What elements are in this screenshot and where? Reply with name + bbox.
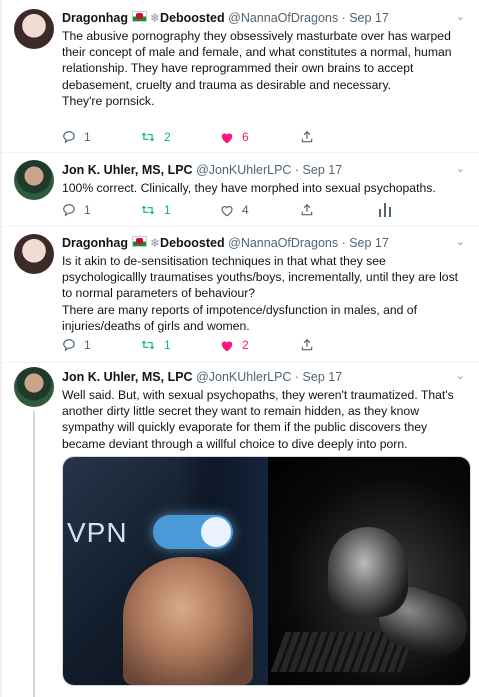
share-button[interactable]: [300, 338, 314, 352]
retweet-icon: [141, 205, 155, 215]
tweet-2[interactable]: Jon K. Uhler, MS, LPC @JonKUhlerLPC · Se…: [0, 153, 479, 227]
share-icon: [301, 338, 313, 351]
tweet-media[interactable]: VPN: [62, 456, 471, 686]
like-button[interactable]: 6: [220, 130, 249, 144]
heart-filled-icon: [221, 132, 233, 143]
chevron-down-icon[interactable]: ⌄: [456, 162, 465, 175]
reply-icon: [63, 204, 75, 217]
tweet-text: The abusive pornography they obsessively…: [62, 29, 452, 108]
retweet-button[interactable]: 2: [140, 130, 171, 144]
tweet-text: Well said. But, with sexual psychopaths,…: [62, 388, 454, 451]
tweet-header: Dragonhag ❄Deboosted @NannaOfDragons · Se…: [62, 235, 465, 251]
tweet-3[interactable]: Dragonhag ❄Deboosted @NannaOfDragons · Se…: [0, 227, 479, 363]
tweet-date[interactable]: · Sep 17: [295, 163, 342, 177]
tweet-4[interactable]: Jon K. Uhler, MS, LPC @JonKUhlerLPC · Se…: [0, 363, 479, 697]
user-handle[interactable]: @JonKUhlerLPC: [196, 370, 291, 384]
thread-line: [33, 411, 35, 697]
analytics-icon: [379, 203, 391, 217]
reply-button[interactable]: 1: [62, 338, 91, 352]
like-count: 2: [242, 338, 249, 352]
analytics-button[interactable]: [379, 203, 391, 217]
wales-flag-icon: [131, 236, 147, 247]
display-name[interactable]: Dragonhag: [62, 236, 128, 250]
heart-filled-icon: [221, 340, 233, 351]
tweet-date[interactable]: · Sep 17: [342, 236, 389, 250]
display-name-suffix[interactable]: Deboosted: [160, 11, 225, 25]
toggle-knob: [201, 517, 231, 547]
tweet-date[interactable]: · Sep 17: [295, 370, 342, 384]
snowflake-icon: ❄: [149, 11, 161, 25]
media-image-person[interactable]: [268, 457, 470, 685]
reply-count: 1: [84, 203, 91, 217]
retweet-icon: [141, 132, 155, 142]
tweet-text: 100% correct. Clinically, they have morp…: [62, 181, 436, 195]
tweet-actions: 1 1 4: [62, 203, 462, 221]
chevron-down-icon[interactable]: ⌄: [456, 235, 465, 248]
display-name[interactable]: Jon K. Uhler, MS, LPC: [62, 370, 193, 384]
share-icon: [301, 130, 313, 143]
snowflake-icon: ❄: [149, 236, 161, 250]
person-shape: [328, 527, 408, 617]
like-button[interactable]: 4: [220, 203, 249, 217]
like-button[interactable]: 2: [220, 338, 249, 352]
hand-shape: [123, 557, 253, 685]
vpn-label: VPN: [67, 517, 128, 548]
user-handle[interactable]: @JonKUhlerLPC: [196, 163, 291, 177]
tweet-actions: 1 1 2: [62, 338, 462, 356]
chevron-down-icon[interactable]: ⌄: [456, 10, 465, 23]
reply-icon: [63, 339, 75, 352]
wales-flag-icon: [131, 11, 147, 22]
tweet-1[interactable]: Dragonhag ❄Deboosted @NannaOfDragons · Se…: [0, 0, 479, 153]
reply-button[interactable]: 1: [62, 203, 91, 217]
tweet-header: Dragonhag ❄Deboosted @NannaOfDragons · Se…: [62, 10, 465, 26]
retweet-count: 2: [164, 130, 171, 144]
reply-count: 1: [84, 130, 91, 144]
retweet-button[interactable]: 1: [140, 203, 171, 217]
heart-outline-icon: [221, 205, 233, 216]
toggle-graphic: [153, 515, 233, 549]
reply-count: 1: [84, 338, 91, 352]
retweet-button[interactable]: 1: [140, 338, 171, 352]
user-handle[interactable]: @NannaOfDragons: [228, 11, 338, 25]
chevron-down-icon[interactable]: ⌄: [456, 369, 465, 382]
avatar[interactable]: [14, 9, 54, 49]
like-count: 4: [242, 203, 249, 217]
share-button[interactable]: [300, 203, 314, 217]
retweet-count: 1: [164, 203, 171, 217]
tweet-text: Is it akin to de-sensitisation technique…: [62, 254, 459, 333]
avatar[interactable]: [14, 367, 54, 407]
media-image-vpn[interactable]: VPN: [63, 457, 268, 685]
avatar[interactable]: [14, 234, 54, 274]
display-name[interactable]: Dragonhag: [62, 11, 128, 25]
share-icon: [301, 203, 313, 216]
avatar[interactable]: [14, 160, 54, 200]
display-name[interactable]: Jon K. Uhler, MS, LPC: [62, 163, 193, 177]
tweet-header: Jon K. Uhler, MS, LPC @JonKUhlerLPC · Se…: [62, 162, 465, 178]
share-button[interactable]: [300, 130, 314, 144]
tweet-header: Jon K. Uhler, MS, LPC @JonKUhlerLPC · Se…: [62, 369, 465, 385]
retweet-icon: [141, 340, 155, 350]
like-count: 6: [242, 130, 249, 144]
retweet-count: 1: [164, 338, 171, 352]
reply-button[interactable]: 1: [62, 130, 91, 144]
user-handle[interactable]: @NannaOfDragons: [228, 236, 338, 250]
tweet-date[interactable]: · Sep 17: [342, 11, 389, 25]
display-name-suffix[interactable]: Deboosted: [160, 236, 225, 250]
tweet-actions: 1 2 6: [62, 130, 462, 148]
reply-icon: [63, 131, 75, 144]
